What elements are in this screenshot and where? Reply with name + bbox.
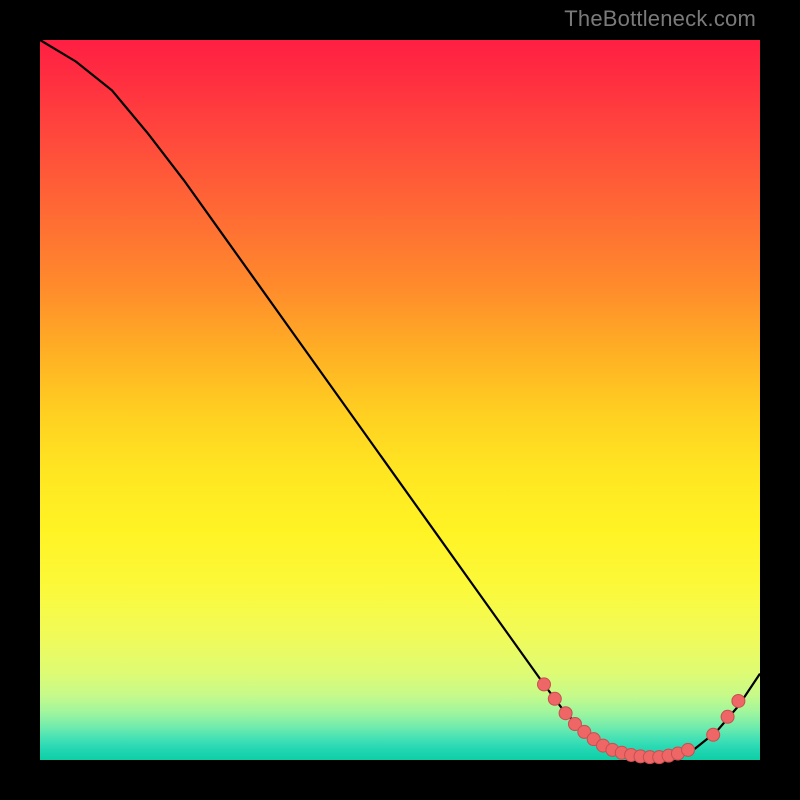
plot-area [40, 40, 760, 760]
bottleneck-curve [40, 40, 760, 757]
curve-marker [707, 728, 720, 741]
curve-marker [732, 694, 745, 707]
curve-marker [682, 743, 695, 756]
curve-marker [548, 692, 561, 705]
curve-marker [721, 710, 734, 723]
chart-frame: TheBottleneck.com [0, 0, 800, 800]
curve-markers [538, 678, 745, 764]
curve-marker [559, 707, 572, 720]
watermark-label: TheBottleneck.com [564, 6, 756, 32]
curve-layer [40, 40, 760, 760]
curve-marker [538, 678, 551, 691]
